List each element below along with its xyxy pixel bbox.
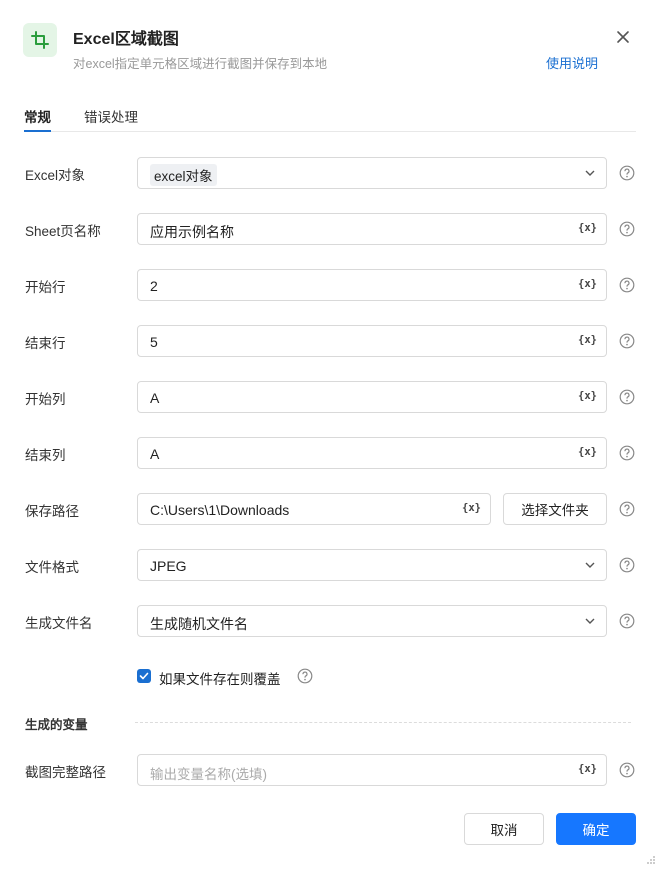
help-icon[interactable] — [619, 501, 635, 517]
help-icon[interactable] — [619, 333, 635, 349]
end-row-input[interactable]: 5 {x} — [137, 325, 607, 357]
check-icon — [139, 672, 149, 680]
choose-folder-button[interactable]: 选择文件夹 — [503, 493, 607, 525]
variable-icon[interactable]: {x} — [578, 763, 597, 775]
sheet-name-input[interactable]: 应用示例名称 {x} — [137, 213, 607, 245]
output-section-title: 生成的变量 — [25, 718, 88, 732]
screenshot-path-input[interactable]: 输出变量名称(选填) {x} — [137, 754, 607, 786]
end-col-value: A — [150, 446, 160, 462]
tab-general[interactable]: 常规 — [24, 106, 51, 132]
variable-icon[interactable]: {x} — [578, 278, 597, 290]
end-row-value: 5 — [150, 334, 158, 350]
file-name-label: 生成文件名 — [25, 616, 93, 631]
sheet-name-label: Sheet页名称 — [25, 224, 101, 239]
form-row-start-row: 开始行 2 {x} — [0, 269, 660, 301]
form-row-screenshot-path: 截图完整路径 输出变量名称(选填) {x} — [0, 754, 660, 786]
resize-grip-icon[interactable] — [646, 855, 656, 865]
dialog-title: Excel区域截图 — [73, 31, 179, 48]
screenshot-path-placeholder: 输出变量名称(选填) — [150, 767, 267, 782]
chevron-down-icon[interactable] — [585, 616, 595, 626]
help-icon[interactable] — [297, 668, 313, 684]
end-row-label: 结束行 — [25, 336, 66, 351]
cancel-button[interactable]: 取消 — [464, 813, 544, 845]
form-row-excel-object: Excel对象 excel对象 — [0, 157, 660, 189]
excel-object-label: Excel对象 — [25, 168, 86, 183]
variable-icon[interactable]: {x} — [578, 334, 597, 346]
form-row-sheet-name: Sheet页名称 应用示例名称 {x} — [0, 213, 660, 245]
tab-bar: 常规 错误处理 — [24, 106, 636, 132]
save-path-value: C:\Users\1\Downloads — [150, 502, 290, 518]
form-row-start-col: 开始列 A {x} — [0, 381, 660, 413]
form-row-file-name: 生成文件名 生成随机文件名 — [0, 605, 660, 637]
variable-icon[interactable]: {x} — [578, 390, 597, 402]
start-col-label: 开始列 — [25, 392, 66, 407]
overwrite-label[interactable]: 如果文件存在则覆盖 — [159, 668, 281, 688]
start-col-value: A — [150, 390, 160, 406]
help-link[interactable]: 使用说明 — [546, 53, 598, 72]
form-row-file-format: 文件格式 JPEG — [0, 549, 660, 581]
overwrite-checkbox[interactable] — [137, 669, 151, 683]
chevron-down-icon[interactable] — [585, 560, 595, 570]
file-format-value: JPEG — [150, 558, 187, 574]
help-icon[interactable] — [619, 445, 635, 461]
sheet-name-value: 应用示例名称 — [150, 224, 234, 240]
form-row-save-path: 保存路径 C:\Users\1\Downloads {x} 选择文件夹 — [0, 493, 660, 525]
variable-icon[interactable]: {x} — [578, 222, 597, 234]
chevron-down-icon[interactable] — [585, 168, 595, 178]
help-icon[interactable] — [619, 762, 635, 778]
variable-icon[interactable]: {x} — [462, 502, 481, 514]
close-icon — [617, 31, 629, 43]
form-row-end-row: 结束行 5 {x} — [0, 325, 660, 357]
variable-icon[interactable]: {x} — [578, 446, 597, 458]
save-path-input[interactable]: C:\Users\1\Downloads {x} — [137, 493, 491, 525]
start-row-value: 2 — [150, 278, 158, 294]
help-icon[interactable] — [619, 277, 635, 293]
start-row-input[interactable]: 2 {x} — [137, 269, 607, 301]
form-row-end-col: 结束列 A {x} — [0, 437, 660, 469]
start-col-input[interactable]: A {x} — [137, 381, 607, 413]
save-path-label: 保存路径 — [25, 504, 79, 519]
help-icon[interactable] — [619, 613, 635, 629]
screenshot-path-label: 截图完整路径 — [25, 765, 106, 780]
tab-error-handling[interactable]: 错误处理 — [84, 106, 138, 126]
file-format-select[interactable]: JPEG — [137, 549, 607, 581]
excel-object-select[interactable]: excel对象 — [137, 157, 607, 189]
file-name-select[interactable]: 生成随机文件名 — [137, 605, 607, 637]
end-col-input[interactable]: A {x} — [137, 437, 607, 469]
help-icon[interactable] — [619, 389, 635, 405]
crop-icon — [23, 23, 57, 57]
help-icon[interactable] — [619, 165, 635, 181]
close-button[interactable] — [612, 26, 634, 48]
dialog-subtitle: 对excel指定单元格区域进行截图并保存到本地 — [73, 57, 328, 71]
file-format-label: 文件格式 — [25, 560, 79, 575]
section-divider — [135, 722, 631, 723]
end-col-label: 结束列 — [25, 448, 66, 463]
excel-object-tag: excel对象 — [150, 164, 217, 186]
file-name-value: 生成随机文件名 — [150, 616, 248, 632]
help-icon[interactable] — [619, 221, 635, 237]
start-row-label: 开始行 — [25, 280, 66, 295]
help-icon[interactable] — [619, 557, 635, 573]
confirm-button[interactable]: 确定 — [556, 813, 636, 845]
